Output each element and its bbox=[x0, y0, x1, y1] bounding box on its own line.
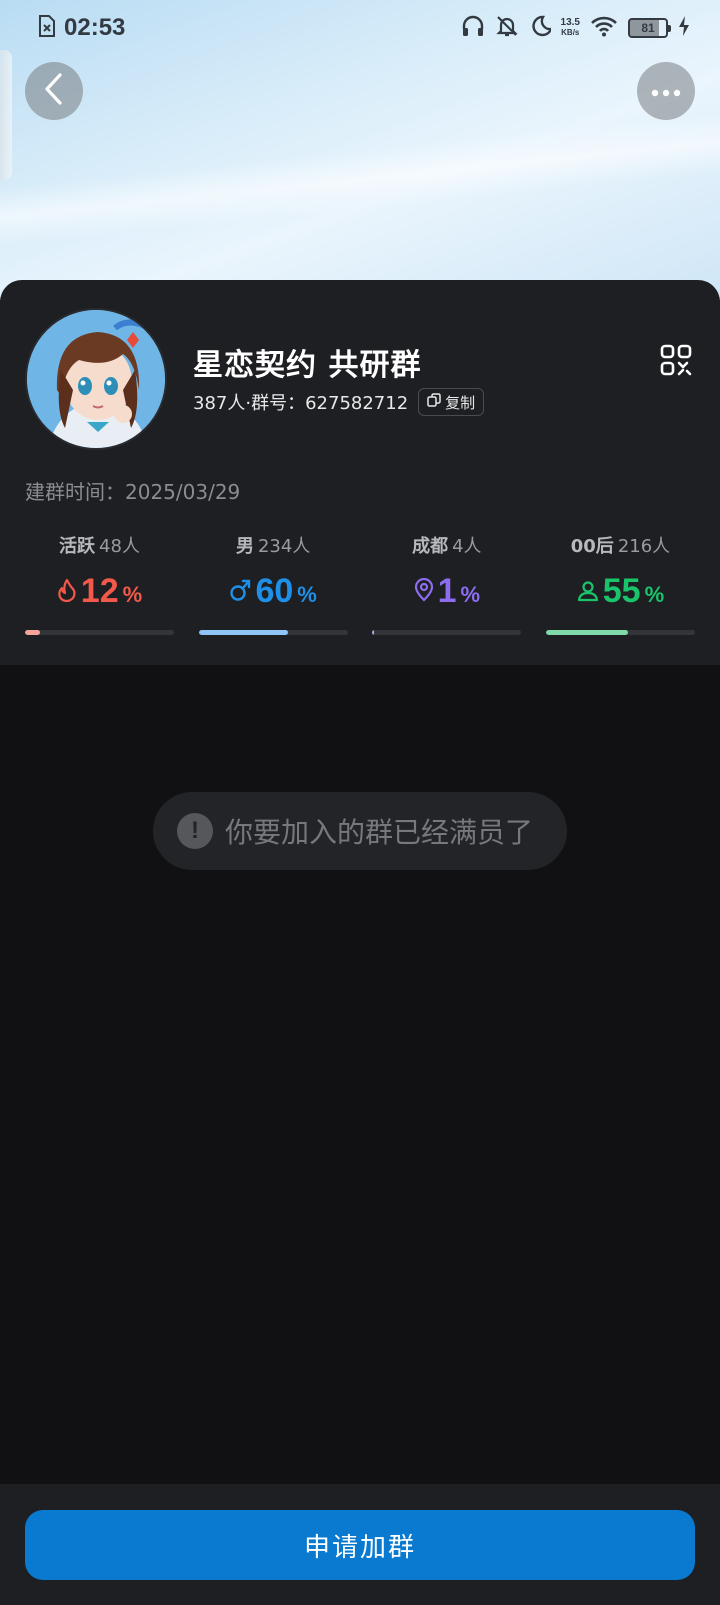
more-dots-icon bbox=[651, 82, 681, 101]
decorative-edge bbox=[0, 50, 12, 180]
stat-label: 00后 bbox=[570, 536, 614, 557]
group-full-toast: ! 你要加入的群已经满员了 bbox=[153, 792, 567, 870]
stat-count: 216人 bbox=[617, 536, 671, 557]
net-speed: 13.5 KB/s bbox=[560, 17, 580, 38]
stat-value: 55 bbox=[602, 572, 641, 610]
qr-code-icon bbox=[660, 344, 692, 380]
male-icon bbox=[229, 578, 251, 606]
stat-count: 234人 bbox=[257, 536, 311, 557]
more-button[interactable] bbox=[637, 62, 695, 120]
stat-bar bbox=[198, 630, 348, 635]
stat-label: 男 bbox=[235, 536, 254, 557]
stat-bar bbox=[372, 630, 522, 635]
toast-message: 你要加入的群已经满员了 bbox=[225, 816, 534, 849]
status-bar: 02:53 13.5 KB/s 81 bbox=[0, 0, 720, 56]
stat-value: 1 bbox=[437, 572, 457, 610]
group-meta: 387人·群号：627582712 复制 bbox=[193, 388, 485, 416]
stats-row: 活跃48人 12% 男234人 60% 成都4人 1% 00后216人 bbox=[25, 532, 695, 635]
group-name: 星恋契约 共研群 bbox=[193, 348, 422, 383]
stat-age: 00后 216人 55% bbox=[545, 532, 695, 635]
moon-icon bbox=[529, 15, 553, 41]
apply-join-button[interactable]: 申请加群 bbox=[25, 1510, 695, 1580]
stat-bar bbox=[25, 630, 174, 635]
stat-label: 活跃 bbox=[59, 536, 96, 557]
group-avatar[interactable] bbox=[25, 308, 167, 450]
stat-bar-fill bbox=[545, 630, 628, 635]
stat-active: 活跃 48人 12% bbox=[25, 532, 174, 635]
created-time: 建群时间：2025/03/29 bbox=[25, 480, 241, 504]
location-pin-icon bbox=[414, 577, 434, 606]
stat-value: 60 bbox=[255, 572, 294, 610]
stat-label: 成都 bbox=[412, 536, 449, 557]
stat-location: 成都 4人 1% bbox=[372, 532, 522, 635]
qr-code-button[interactable] bbox=[660, 344, 692, 376]
stat-value: 12 bbox=[80, 572, 119, 610]
flame-icon bbox=[57, 578, 77, 606]
member-count: 387人·群号：627582712 bbox=[193, 393, 409, 414]
sky-streak bbox=[0, 108, 720, 252]
battery-icon: 81 bbox=[628, 18, 671, 38]
stat-bar-fill bbox=[198, 630, 289, 635]
stat-bar-fill bbox=[25, 630, 40, 635]
stat-bar-fill bbox=[372, 630, 375, 635]
stat-count: 4人 bbox=[452, 536, 482, 557]
headphones-icon bbox=[461, 14, 485, 42]
wifi-icon bbox=[590, 15, 618, 41]
exclamation-icon: ! bbox=[177, 813, 213, 849]
person-icon bbox=[577, 580, 599, 606]
status-time: 02:53 bbox=[64, 14, 126, 41]
group-id: 627582712 bbox=[305, 393, 409, 414]
stat-bar bbox=[545, 630, 695, 635]
charging-icon bbox=[678, 15, 690, 41]
chevron-left-icon bbox=[42, 72, 66, 110]
back-button[interactable] bbox=[25, 62, 83, 120]
copy-label: 复制 bbox=[445, 393, 476, 412]
file-x-icon bbox=[38, 15, 56, 41]
stat-count: 48人 bbox=[99, 536, 140, 557]
stat-gender: 男 234人 60% bbox=[198, 532, 348, 635]
bell-off-icon bbox=[495, 14, 519, 42]
battery-level: 81 bbox=[641, 21, 655, 35]
copy-icon bbox=[427, 393, 441, 411]
copy-button[interactable]: 复制 bbox=[418, 388, 485, 416]
